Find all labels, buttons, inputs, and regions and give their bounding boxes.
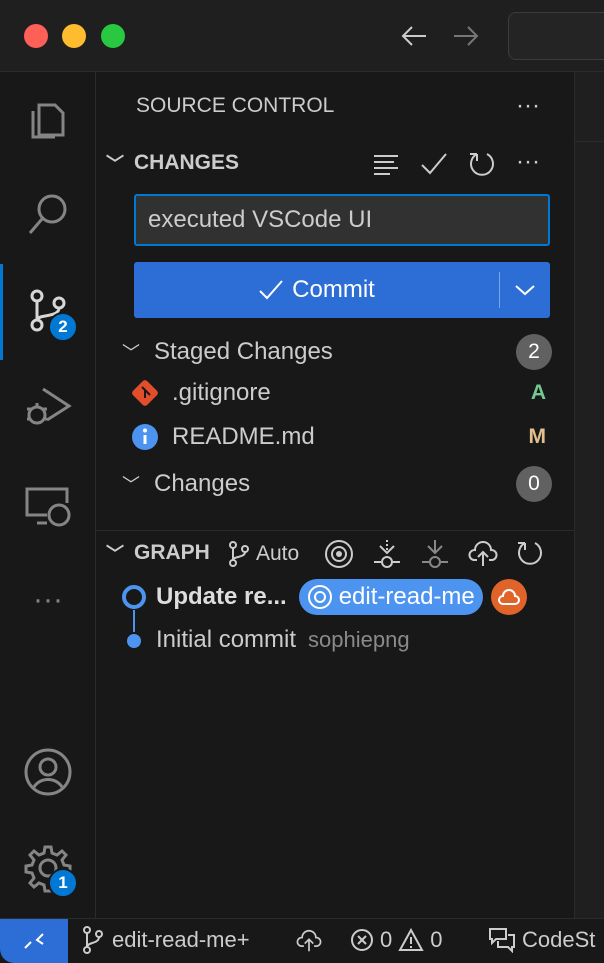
file-name: README.md	[172, 423, 315, 450]
editor-area	[574, 72, 604, 918]
remote-explorer-icon[interactable]	[0, 466, 96, 546]
settings-gear-icon[interactable]	[0, 828, 96, 908]
warning-count: 0	[430, 927, 443, 952]
command-center-search[interactable]	[508, 12, 604, 60]
branch-status-item[interactable]: edit-read-me+	[82, 925, 250, 955]
changes-label: Changes	[154, 470, 251, 497]
branch-ref-label: edit-read-me	[338, 583, 475, 610]
branch-name: edit-read-me+	[112, 927, 250, 952]
divider	[96, 530, 574, 531]
file-item[interactable]: .gitignore A	[130, 378, 546, 408]
fetch-icon[interactable]	[372, 538, 402, 570]
more-icon[interactable]: ···	[0, 560, 96, 640]
chevron-down-icon: ﹀	[122, 343, 140, 363]
remote-indicator-icon[interactable]	[0, 919, 68, 963]
branch-icon	[83, 926, 103, 954]
info-icon	[132, 424, 158, 450]
graph-section-header[interactable]: ﹀ GRAPH	[106, 540, 210, 566]
account-icon[interactable]	[0, 732, 96, 812]
sidebar-title: SOURCE CONTROL	[136, 94, 335, 117]
file-status-modified: M	[528, 425, 547, 448]
git-file-icon	[132, 380, 158, 406]
branch-icon	[229, 541, 249, 567]
commit-node	[122, 585, 146, 609]
more-actions-icon[interactable]: ···	[516, 92, 540, 120]
maximize-window-button[interactable]	[101, 24, 125, 48]
remote-cloud-icon	[490, 579, 527, 615]
commit-button[interactable]: Commit	[134, 262, 499, 318]
chevron-down-icon: ﹀	[106, 154, 124, 174]
changes-count-badge: 0	[516, 466, 552, 502]
push-cloud-icon[interactable]	[468, 540, 498, 568]
pull-icon[interactable]	[420, 538, 450, 570]
commit-check-icon[interactable]	[420, 150, 448, 178]
minimize-window-button[interactable]	[62, 24, 86, 48]
staged-count-badge: 2	[516, 334, 552, 370]
changes-section-header[interactable]: ﹀ CHANGES	[106, 150, 239, 176]
file-status-added: A	[530, 381, 546, 404]
problems-status-item[interactable]: 0 0	[350, 927, 443, 953]
search-icon[interactable]	[0, 174, 96, 254]
target-icon	[307, 585, 332, 609]
graph-header-label: GRAPH	[134, 541, 210, 564]
commit-message-input[interactable]	[134, 194, 550, 246]
changes-header-label: CHANGES	[134, 151, 240, 174]
comment-discussion-icon	[489, 928, 515, 953]
activity-bar: 2 ··· 1	[0, 72, 96, 918]
explorer-icon[interactable]	[0, 78, 96, 158]
check-icon	[259, 280, 283, 300]
codestream-label: CodeSt	[522, 927, 596, 952]
commit-dropdown-button[interactable]	[500, 283, 550, 297]
changes-group[interactable]: ﹀ Changes 0	[122, 466, 552, 502]
source-control-icon[interactable]	[0, 270, 96, 350]
staged-changes-group[interactable]: ﹀ Staged Changes 2	[122, 334, 552, 370]
title-bar	[0, 0, 604, 72]
go-to-current-icon[interactable]	[324, 539, 354, 569]
commit-button-group: Commit	[134, 262, 550, 318]
graph-branch-filter[interactable]: Auto	[228, 540, 299, 568]
forward-arrow-icon[interactable]	[452, 22, 480, 50]
publish-cloud-icon[interactable]	[296, 929, 322, 953]
commit-label: Commit	[292, 276, 375, 303]
graph-line	[133, 610, 135, 632]
error-count: 0	[380, 927, 393, 952]
refresh-icon[interactable]	[468, 150, 496, 178]
chevron-down-icon: ﹀	[122, 475, 140, 495]
commit-message: Initial commit	[156, 626, 297, 653]
run-debug-icon[interactable]	[0, 366, 96, 446]
commit-author: sophiepng	[308, 627, 410, 652]
file-item[interactable]: README.md M	[130, 422, 546, 452]
view-as-list-icon[interactable]	[372, 150, 400, 178]
file-name: .gitignore	[172, 379, 271, 406]
commit-row[interactable]: Update re... edit-read-me	[156, 579, 527, 615]
commit-row[interactable]: Initial commit sophiepng	[156, 626, 410, 654]
settings-badge: 1	[48, 868, 78, 898]
codestream-status-item[interactable]: CodeSt	[488, 927, 595, 953]
warning-icon	[398, 928, 424, 951]
branch-ref-badge: edit-read-me	[298, 579, 483, 615]
graph-refresh-icon[interactable]	[516, 539, 544, 567]
graph-auto-label: Auto	[256, 542, 300, 565]
staged-changes-label: Staged Changes	[154, 338, 333, 365]
status-bar: edit-read-me+ 0 0 CodeSt	[0, 918, 604, 963]
chevron-down-icon: ﹀	[106, 544, 124, 564]
changes-more-icon[interactable]: ···	[516, 148, 540, 176]
scm-badge: 2	[48, 312, 78, 342]
close-window-button[interactable]	[24, 24, 48, 48]
commit-node	[127, 634, 141, 648]
back-arrow-icon[interactable]	[400, 22, 428, 50]
chevron-down-icon	[515, 285, 535, 296]
commit-message: Update re...	[156, 583, 287, 610]
error-icon	[351, 929, 373, 951]
